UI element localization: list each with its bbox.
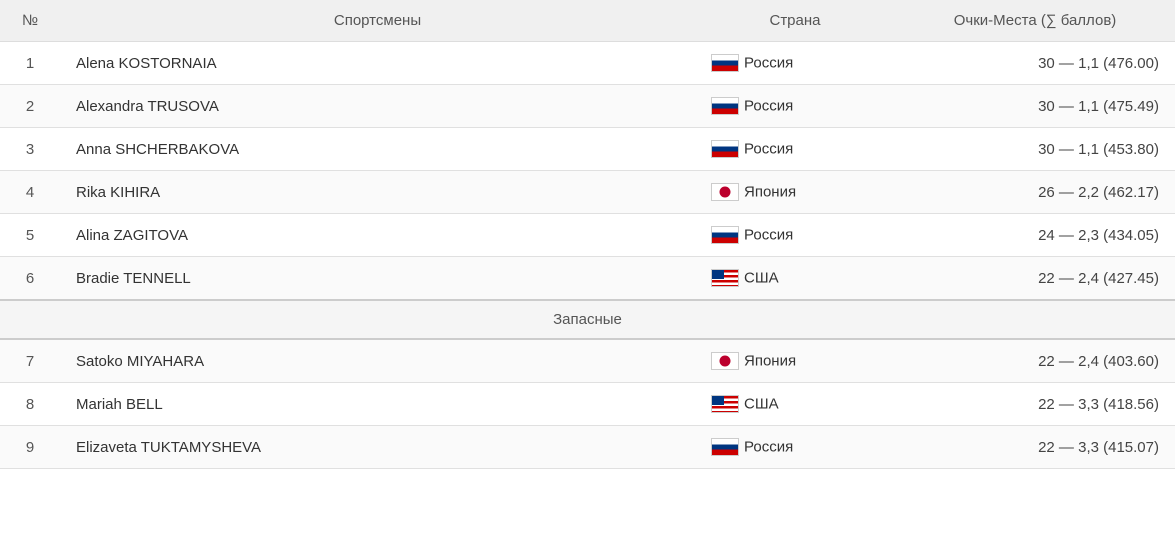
table-row: 2Alexandra TRUSOVA Россия 30 — 1,1 (475.49… [0, 85, 1175, 128]
col-header-num: № [0, 0, 60, 42]
col-header-score: Очки-Места (∑ баллов) [895, 0, 1175, 42]
athlete-name-cell: Bradie TENNELL [60, 257, 695, 301]
score-cell: 30 — 1,1 (475.49) [895, 85, 1175, 128]
score-cell: 26 — 2,2 (462.17) [895, 171, 1175, 214]
rank-cell: 1 [0, 42, 60, 85]
score-cell: 30 — 1,1 (453.80) [895, 128, 1175, 171]
athlete-name-cell: Alina ZAGITOVA [60, 214, 695, 257]
col-header-athletes: Спортсмены [60, 0, 695, 42]
rank-cell: 6 [0, 257, 60, 301]
table-header-row: № Спортсмены Страна Очки-Места (∑ баллов… [0, 0, 1175, 42]
table-row: 1Alena KOSTORNAIA Россия 30 — 1,1 (476.00) [0, 42, 1175, 85]
rank-cell: 4 [0, 171, 60, 214]
score-cell: 30 — 1,1 (476.00) [895, 42, 1175, 85]
flag-ru-icon [711, 97, 739, 115]
country-name: Россия [744, 439, 793, 456]
flag-ru-icon [711, 438, 739, 456]
rank-cell: 3 [0, 128, 60, 171]
table-row: 8Mariah BELL США 22 — 3,3 (418.56) [0, 383, 1175, 426]
country-cell: Россия [695, 128, 895, 171]
table-row: 7Satoko MIYAHARA Япония 22 — 2,4 (403.60) [0, 339, 1175, 383]
country-name: США [744, 270, 779, 287]
country-name: Япония [744, 184, 796, 201]
table-row: 4Rika KIHIRA Япония 26 — 2,2 (462.17) [0, 171, 1175, 214]
rank-cell: 7 [0, 339, 60, 383]
athlete-name-cell: Rika KIHIRA [60, 171, 695, 214]
score-cell: 22 — 2,4 (427.45) [895, 257, 1175, 301]
flag-us-icon [711, 395, 739, 413]
flag-jp-icon [711, 352, 739, 370]
col-header-country: Страна [695, 0, 895, 42]
flag-ru-icon [711, 54, 739, 72]
score-cell: 22 — 3,3 (415.07) [895, 426, 1175, 469]
score-cell: 22 — 3,3 (418.56) [895, 383, 1175, 426]
flag-jp-icon [711, 183, 739, 201]
table-row: 6Bradie TENNELL США 22 — 2,4 (427.45) [0, 257, 1175, 301]
separator-label: Запасные [0, 300, 1175, 339]
score-cell: 24 — 2,3 (434.05) [895, 214, 1175, 257]
athlete-name-cell: Alexandra TRUSOVA [60, 85, 695, 128]
athlete-name-cell: Mariah BELL [60, 383, 695, 426]
rank-cell: 2 [0, 85, 60, 128]
main-container: № Спортсмены Страна Очки-Места (∑ баллов… [0, 0, 1175, 542]
table-row: 9Elizaveta TUKTAMYSHEVA Россия 22 — 3,3 (4… [0, 426, 1175, 469]
athlete-name-cell: Elizaveta TUKTAMYSHEVA [60, 426, 695, 469]
country-cell: США [695, 383, 895, 426]
country-name: Россия [744, 227, 793, 244]
athlete-name-cell: Alena KOSTORNAIA [60, 42, 695, 85]
flag-ru-icon [711, 226, 739, 244]
athlete-name-cell: Anna SHCHERBAKOVA [60, 128, 695, 171]
rank-cell: 9 [0, 426, 60, 469]
flag-ru-icon [711, 140, 739, 158]
country-cell: Япония [695, 171, 895, 214]
country-name: США [744, 396, 779, 413]
table-row: 5Alina ZAGITOVA Россия 24 — 2,3 (434.05) [0, 214, 1175, 257]
country-cell: Россия [695, 426, 895, 469]
results-table: № Спортсмены Страна Очки-Места (∑ баллов… [0, 0, 1175, 469]
country-name: Россия [744, 98, 793, 115]
table-row: 3Anna SHCHERBAKOVA Россия 30 — 1,1 (453.80… [0, 128, 1175, 171]
athlete-name-cell: Satoko MIYAHARA [60, 339, 695, 383]
rank-cell: 5 [0, 214, 60, 257]
country-name: Россия [744, 55, 793, 72]
country-name: Япония [744, 353, 796, 370]
country-cell: Россия [695, 42, 895, 85]
country-cell: Япония [695, 339, 895, 383]
rank-cell: 8 [0, 383, 60, 426]
country-cell: США [695, 257, 895, 301]
table-body: 1Alena KOSTORNAIA Россия 30 — 1,1 (476.00)… [0, 42, 1175, 469]
separator-row: Запасные [0, 300, 1175, 339]
country-cell: Россия [695, 214, 895, 257]
flag-us-icon [711, 269, 739, 287]
country-name: Россия [744, 141, 793, 158]
score-cell: 22 — 2,4 (403.60) [895, 339, 1175, 383]
country-cell: Россия [695, 85, 895, 128]
